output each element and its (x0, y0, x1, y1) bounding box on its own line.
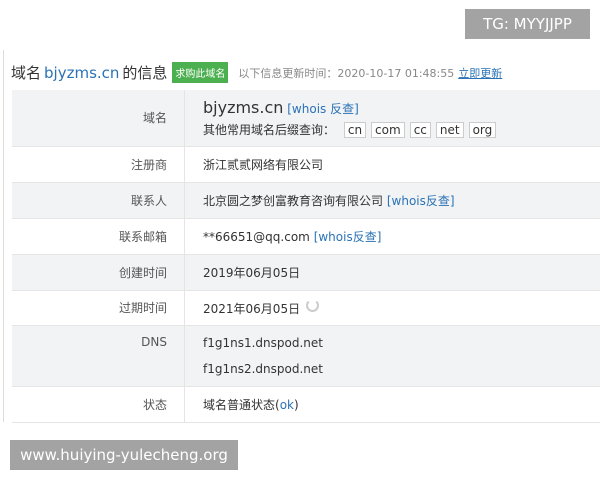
domain-value: bjyzms.cn (203, 97, 284, 117)
row-status: 状态 域名普通状态(ok) (12, 386, 600, 423)
label-email: 联系邮箱 (12, 218, 185, 255)
suffix-label: 其他常用域名后缀查询： (203, 122, 336, 137)
suffix-com[interactable]: com (371, 121, 405, 138)
label-status: 状态 (12, 386, 185, 423)
whois-table: 域名 bjyzms.cn [whois 反查] 其他常用域名后缀查询： cn co… (12, 90, 600, 423)
label-registrar: 注册商 (12, 146, 185, 183)
watermark-top: TG: MYYJJPP (465, 9, 590, 39)
row-dns: DNS f1g1ns1.dnspod.net f1g1ns2.dnspod.net (12, 325, 600, 387)
dns-server-2: f1g1ns2.dnspod.net (203, 361, 323, 376)
update-time: 以下信息更新时间：2020-10-17 01:48:55 (238, 66, 455, 80)
suffix-cc[interactable]: cc (409, 121, 431, 138)
status-value: 域名普通状态( (203, 397, 280, 412)
title-prefix: 域名 (11, 64, 42, 82)
label-dns: DNS (12, 325, 185, 387)
email-value: **66651@qq.com (203, 229, 310, 244)
label-created: 创建时间 (12, 254, 185, 291)
title-suffix: 的信息 (122, 64, 168, 82)
contact-value: 北京圆之梦创富教育咨询有限公司 (203, 193, 384, 208)
dns-server-1: f1g1ns1.dnspod.net (203, 335, 323, 350)
row-email: 联系邮箱 **66651@qq.com [whois反查] (12, 218, 600, 255)
label-expires: 过期时间 (12, 290, 185, 326)
row-registrar: 注册商 浙江贰贰网络有限公司 (12, 146, 600, 183)
suffix-cn[interactable]: cn (343, 121, 367, 138)
title-domain: bjyzms.cn (44, 63, 120, 82)
refresh-now-link[interactable]: 立即更新 (458, 67, 502, 80)
suffix-net[interactable]: net (435, 121, 464, 138)
registrar-value: 浙江贰贰网络有限公司 (184, 146, 600, 183)
label-domain: 域名 (12, 90, 185, 147)
status-close: ) (293, 397, 299, 412)
buy-domain-button[interactable]: 求购此域名 (172, 62, 229, 83)
row-contact: 联系人 北京圆之梦创富教育咨询有限公司 [whois反查] (12, 182, 600, 219)
page-title: 域名 bjyzms.cn 的信息 求购此域名 以下信息更新时间：2020-10-… (11, 62, 502, 83)
status-ok-link[interactable]: ok (280, 398, 294, 412)
expires-value: 2021年06月05日 (203, 301, 301, 316)
created-value: 2019年06月05日 (184, 254, 600, 291)
row-domain: 域名 bjyzms.cn [whois 反查] 其他常用域名后缀查询： cn co… (12, 90, 600, 147)
suffix-org[interactable]: org (468, 121, 497, 138)
row-expires: 过期时间 2021年06月05日 (12, 290, 600, 326)
label-contact: 联系人 (12, 182, 185, 219)
watermark-bottom: www.huiying-yulecheng.org (10, 440, 238, 470)
contact-whois-link[interactable]: [whois反查] (387, 194, 455, 208)
row-created: 创建时间 2019年06月05日 (12, 254, 600, 291)
left-border (3, 50, 4, 422)
whois-reverse-link[interactable]: [whois 反查] (287, 102, 359, 116)
email-whois-link[interactable]: [whois反查] (314, 230, 382, 244)
refresh-icon[interactable] (306, 298, 320, 312)
